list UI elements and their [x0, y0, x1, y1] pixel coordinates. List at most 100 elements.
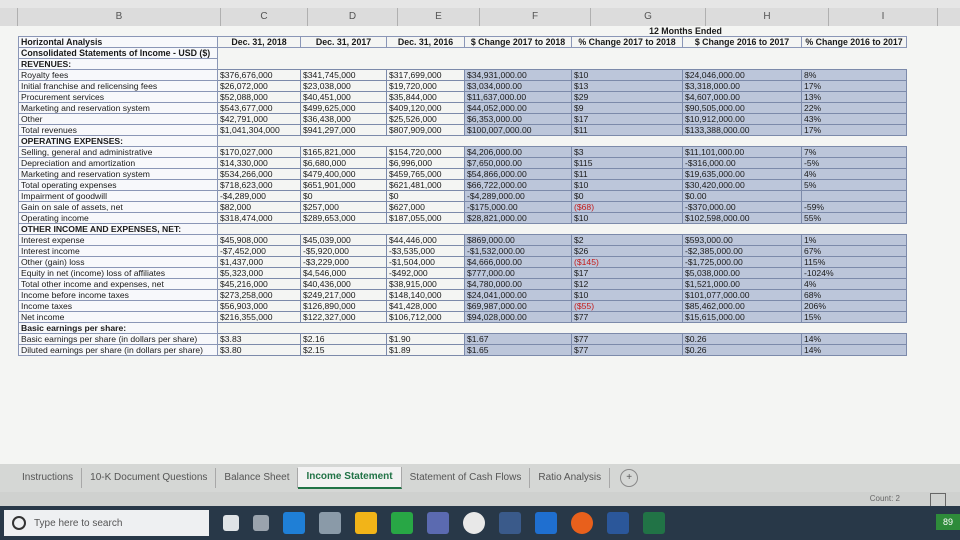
value-cell[interactable]: -$1,725,000.00 — [682, 256, 802, 268]
value-cell[interactable]: $1.65 — [464, 344, 572, 356]
value-cell[interactable]: $133,388,000.00 — [682, 124, 802, 136]
row-label[interactable]: Other — [18, 113, 218, 125]
value-cell[interactable]: $126,890,000 — [300, 300, 387, 312]
value-cell[interactable]: $1,521,000.00 — [682, 278, 802, 290]
row-label[interactable]: Other (gain) loss — [18, 256, 218, 268]
value-cell[interactable]: -$5,920,000 — [300, 245, 387, 257]
blank-cell[interactable] — [465, 59, 572, 70]
value-cell[interactable]: $2.15 — [300, 344, 387, 356]
blank-cell[interactable] — [465, 323, 572, 334]
value-cell[interactable]: $77 — [571, 333, 683, 345]
value-cell[interactable]: $154,720,000 — [386, 146, 465, 158]
edge-icon[interactable] — [283, 512, 305, 534]
value-cell[interactable]: $459,765,000 — [386, 168, 465, 180]
col-header-h[interactable]: H — [706, 8, 829, 26]
value-cell[interactable]: $13 — [571, 80, 683, 92]
value-cell[interactable]: $1,437,000 — [217, 256, 301, 268]
value-cell[interactable]: $26 — [571, 245, 683, 257]
blank-cell[interactable] — [218, 59, 301, 70]
blank-cell[interactable] — [387, 26, 465, 37]
value-cell[interactable]: $17 — [571, 113, 683, 125]
value-cell[interactable]: -$1,532,000.00 — [464, 245, 572, 257]
value-cell[interactable]: 15% — [801, 311, 907, 323]
value-cell[interactable]: $36,438,000 — [300, 113, 387, 125]
col-header-f[interactable]: F — [480, 8, 591, 26]
value-cell[interactable]: $101,077,000.00 — [682, 289, 802, 301]
value-cell[interactable]: $376,676,000 — [217, 69, 301, 81]
header-col[interactable]: % Change 2017 to 2018 — [571, 36, 683, 48]
value-cell[interactable]: 7% — [801, 146, 907, 158]
value-cell[interactable]: $19,720,000 — [386, 80, 465, 92]
value-cell[interactable]: 1% — [801, 234, 907, 246]
tab-ratio-analysis[interactable]: Ratio Analysis — [530, 468, 611, 488]
blank-cell[interactable] — [387, 59, 465, 70]
value-cell[interactable]: $3 — [571, 146, 683, 158]
excel-icon[interactable] — [643, 512, 665, 534]
value-cell[interactable]: $54,866,000.00 — [464, 168, 572, 180]
value-cell[interactable]: $42,791,000 — [217, 113, 301, 125]
value-cell[interactable]: $289,653,000 — [300, 212, 387, 224]
value-cell[interactable]: $777,000.00 — [464, 267, 572, 279]
value-cell[interactable]: $0 — [386, 190, 465, 202]
col-header-c[interactable]: C — [221, 8, 308, 26]
value-cell[interactable]: $11 — [571, 168, 683, 180]
row-label[interactable]: Total other income and expenses, net — [18, 278, 218, 290]
value-cell[interactable]: $77 — [571, 344, 683, 356]
ie-icon[interactable] — [535, 512, 557, 534]
value-cell[interactable]: $3,318,000.00 — [682, 80, 802, 92]
value-cell[interactable]: $621,481,000 — [386, 179, 465, 191]
blank-cell[interactable] — [572, 224, 683, 235]
blank-cell[interactable] — [387, 48, 465, 59]
value-cell[interactable]: $941,297,000 — [300, 124, 387, 136]
value-cell[interactable]: $4,666,000.00 — [464, 256, 572, 268]
value-cell[interactable]: $15,615,000.00 — [682, 311, 802, 323]
blank-cell[interactable] — [218, 26, 301, 37]
value-cell[interactable]: $869,000.00 — [464, 234, 572, 246]
value-cell[interactable]: 4% — [801, 278, 907, 290]
section-title[interactable]: OTHER INCOME AND EXPENSES, NET: — [18, 223, 218, 235]
value-cell[interactable]: $3.80 — [217, 344, 301, 356]
value-cell[interactable]: $651,901,000 — [300, 179, 387, 191]
value-cell[interactable]: $7,650,000.00 — [464, 157, 572, 169]
tasks-icon[interactable] — [499, 512, 521, 534]
value-cell[interactable]: $593,000.00 — [682, 234, 802, 246]
value-cell[interactable]: $10 — [571, 289, 683, 301]
value-cell[interactable]: $10 — [571, 179, 683, 191]
blank-cell[interactable] — [301, 224, 387, 235]
value-cell[interactable]: 17% — [801, 124, 907, 136]
tab-income-statement[interactable]: Income Statement — [298, 467, 402, 489]
add-sheet-icon[interactable]: + — [620, 469, 639, 487]
blank-cell[interactable] — [301, 136, 387, 147]
value-cell[interactable]: $216,355,000 — [217, 311, 301, 323]
blank-cell[interactable] — [683, 224, 802, 235]
photos-icon[interactable] — [427, 512, 449, 534]
value-cell[interactable]: 55% — [801, 212, 907, 224]
value-cell[interactable]: 4% — [801, 168, 907, 180]
row-label[interactable]: Royalty fees — [18, 69, 218, 81]
tab-balance-sheet[interactable]: Balance Sheet — [216, 468, 299, 488]
cortana-icon[interactable] — [12, 516, 26, 530]
store-icon[interactable] — [355, 512, 377, 534]
value-cell[interactable]: ($68) — [571, 201, 683, 213]
value-cell[interactable]: $1.90 — [386, 333, 465, 345]
value-cell[interactable]: 14% — [801, 333, 907, 345]
blank-cell[interactable] — [218, 323, 301, 334]
mic-icon[interactable] — [223, 515, 239, 531]
tab-instructions[interactable]: Instructions — [14, 468, 83, 488]
value-cell[interactable]: $6,353,000.00 — [464, 113, 572, 125]
value-cell[interactable]: -5% — [801, 157, 907, 169]
value-cell[interactable]: $35,844,000 — [386, 91, 465, 103]
value-cell[interactable]: $52,088,000 — [217, 91, 301, 103]
value-cell[interactable]: $3.83 — [217, 333, 301, 345]
taskbar-search[interactable]: Type here to search — [4, 510, 209, 536]
blank-cell[interactable] — [218, 136, 301, 147]
col-header-d[interactable]: D — [308, 8, 398, 26]
value-cell[interactable]: $34,931,000.00 — [464, 69, 572, 81]
value-cell[interactable]: $6,680,000 — [300, 157, 387, 169]
value-cell[interactable]: -59% — [801, 201, 907, 213]
blank-cell[interactable] — [572, 59, 683, 70]
value-cell[interactable]: $44,446,000 — [386, 234, 465, 246]
row-label[interactable]: Marketing and reservation system — [18, 168, 218, 180]
value-cell[interactable]: $807,909,000 — [386, 124, 465, 136]
value-cell[interactable]: 13% — [801, 91, 907, 103]
